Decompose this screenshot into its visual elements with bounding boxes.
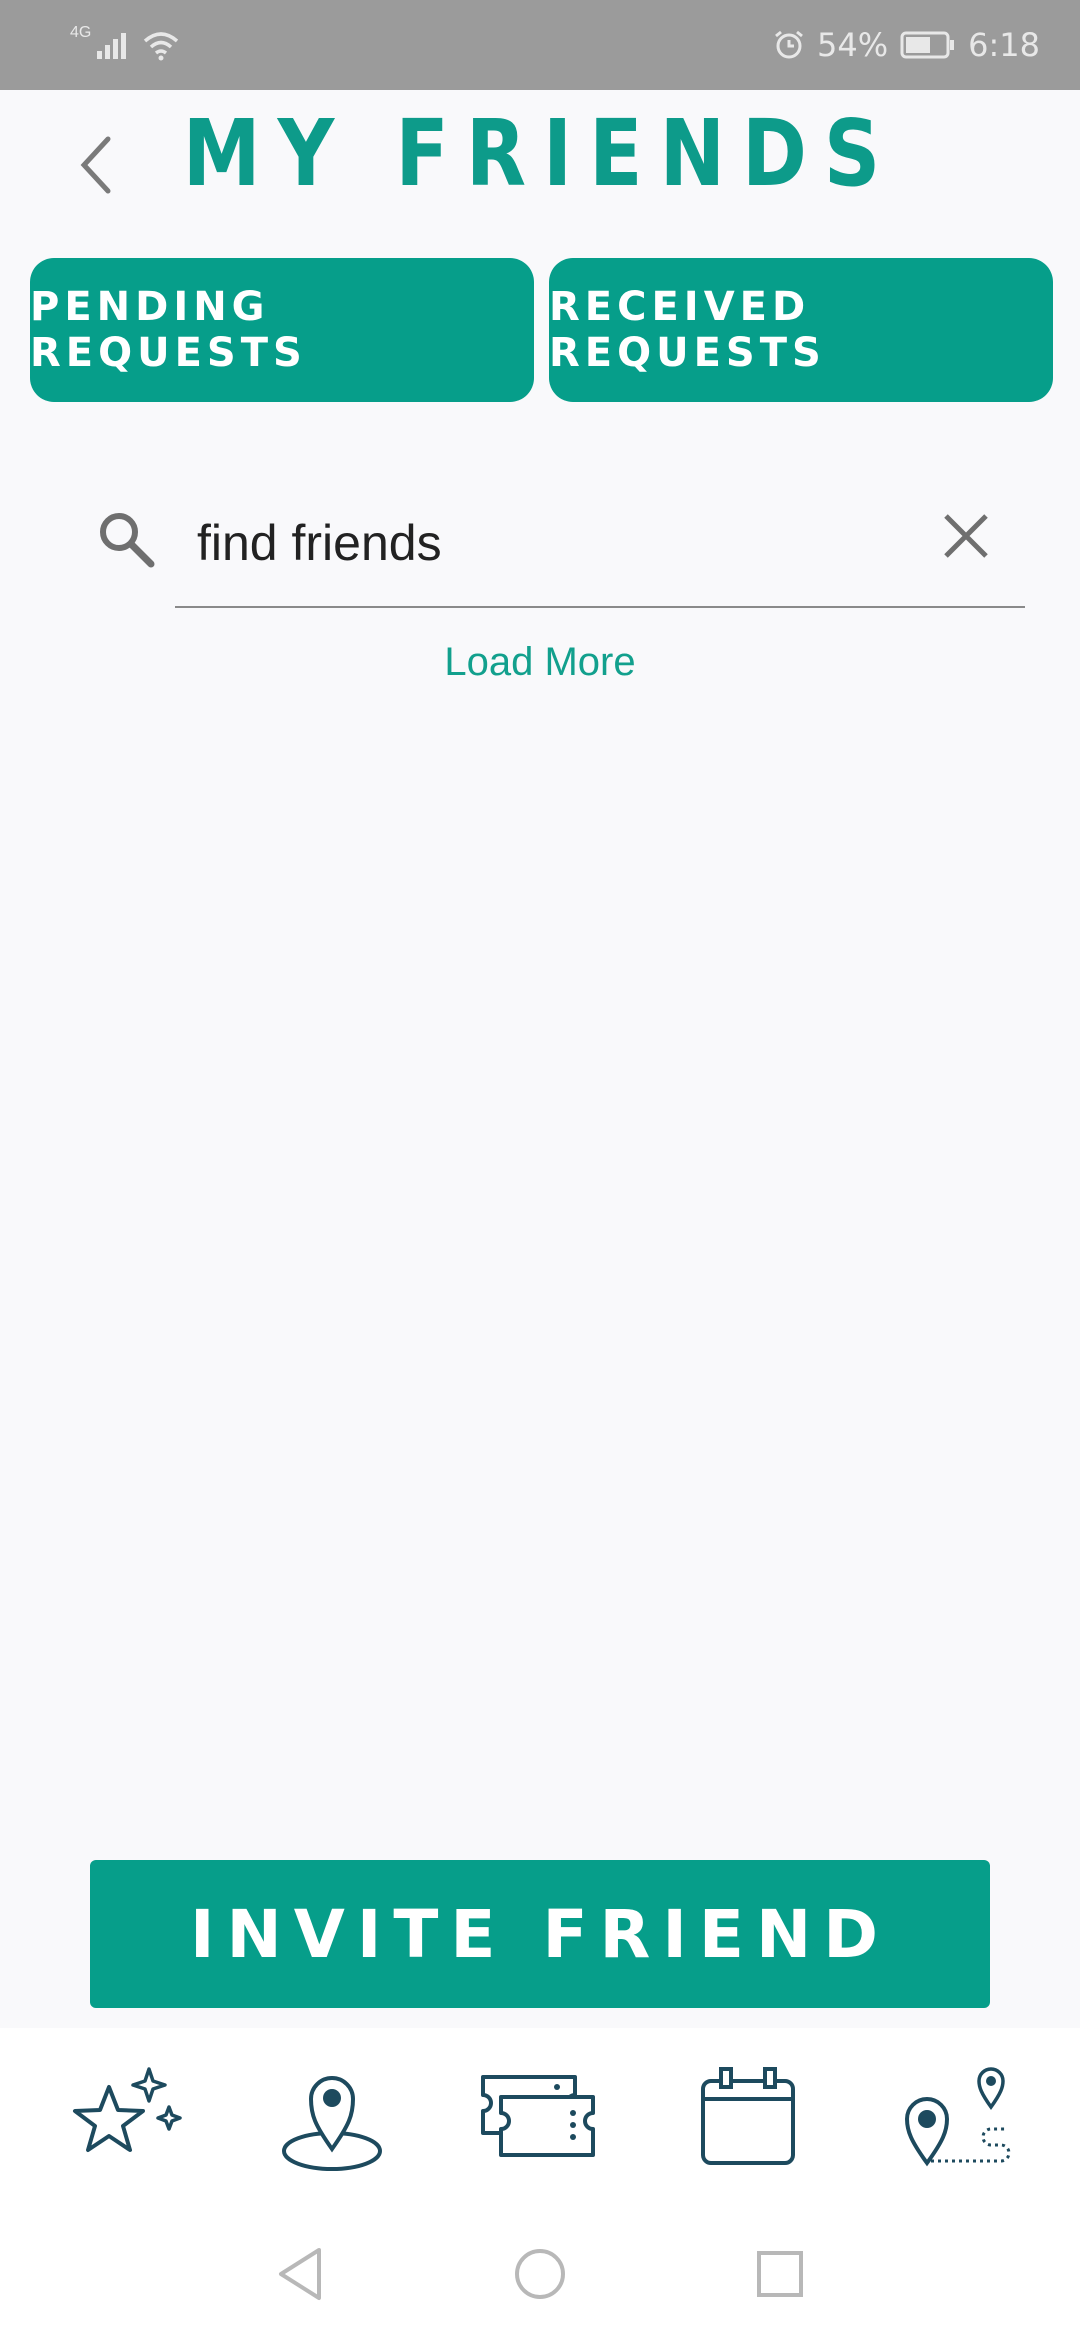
status-bar: 4G 54% 6:18: [0, 0, 1080, 90]
clock: 6:18: [968, 26, 1040, 64]
system-back-button[interactable]: [270, 2244, 330, 2304]
square-recents-icon: [757, 2251, 803, 2297]
stars-icon: [73, 2067, 182, 2152]
alarm-icon: [775, 30, 803, 59]
nav-item-route[interactable]: [881, 2053, 1031, 2183]
location-pin-icon: [282, 2076, 382, 2171]
triangle-back-icon: [279, 2248, 321, 2300]
page-title: MY FRIENDS: [182, 100, 898, 207]
route-icon: [904, 2067, 1011, 2167]
signal-icon: [97, 33, 127, 59]
battery-icon: [900, 31, 955, 59]
nav-item-calendar[interactable]: [673, 2053, 823, 2183]
close-icon[interactable]: [940, 510, 992, 562]
system-recents-button[interactable]: [750, 2244, 810, 2304]
received-requests-button[interactable]: RECEIVED REQUESTS: [549, 258, 1053, 402]
header: MY FRIENDS: [0, 90, 1080, 260]
search-input[interactable]: [175, 480, 1025, 608]
nav-item-tickets[interactable]: [465, 2053, 615, 2183]
status-right: 54% 6:18: [773, 26, 1040, 64]
network-type: 4G: [70, 24, 92, 41]
battery-percent: 54%: [817, 26, 889, 64]
bottom-nav: [0, 2028, 1080, 2208]
nav-item-featured[interactable]: [49, 2053, 199, 2183]
search-row: [0, 480, 1080, 610]
tickets-icon: [481, 2075, 595, 2157]
pending-requests-button[interactable]: PENDING REQUESTS: [30, 258, 534, 402]
circle-home-icon: [515, 2249, 565, 2299]
system-nav: [0, 2208, 1080, 2340]
invite-friend-button[interactable]: INVITE FRIEND: [90, 1860, 990, 2008]
wifi-icon: [144, 32, 179, 61]
search-icon: [100, 513, 155, 568]
system-home-button[interactable]: [510, 2244, 570, 2304]
status-left: 4G: [70, 24, 181, 61]
nav-item-map[interactable]: [257, 2053, 407, 2183]
calendar-icon: [701, 2067, 795, 2165]
load-more-link[interactable]: Load More: [0, 640, 1080, 685]
